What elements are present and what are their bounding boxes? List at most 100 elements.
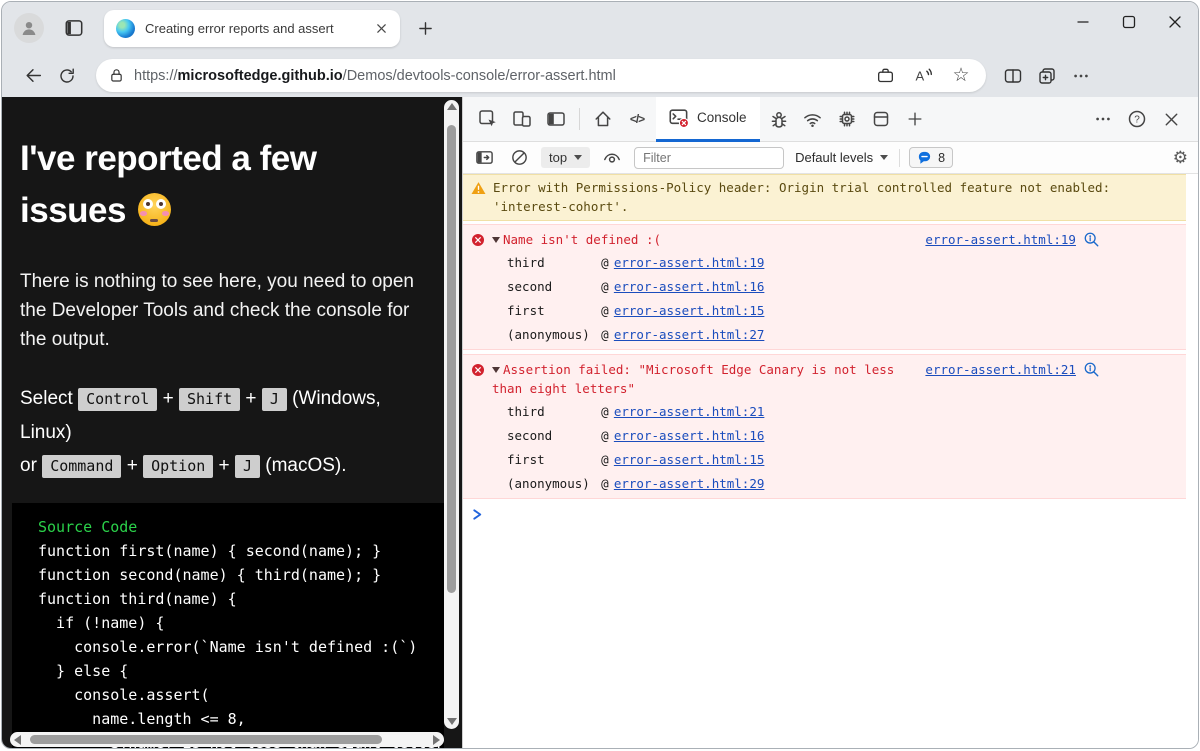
stack-location-link[interactable]: error-assert.html:29 <box>614 474 765 493</box>
stack-location-link[interactable]: error-assert.html:21 <box>614 402 765 421</box>
stack-location-link[interactable]: error-assert.html:15 <box>614 301 765 320</box>
new-tab-button[interactable] <box>410 13 440 43</box>
inspect-icon[interactable] <box>471 102 505 136</box>
url-domain: microsoftedge.github.io <box>178 68 343 84</box>
horizontal-scroll-thumb[interactable] <box>30 735 382 744</box>
log-levels-dropdown[interactable]: Default levels <box>793 150 890 165</box>
split-screen-icon[interactable] <box>996 59 1030 93</box>
activity-bar-location-icon[interactable] <box>539 102 573 136</box>
issues-bubble-icon <box>917 150 932 165</box>
error-text: Assertion failed: "Microsoft Edge Canary… <box>492 360 913 398</box>
divider <box>579 108 580 130</box>
briefcase-icon[interactable] <box>872 63 898 89</box>
address-bar[interactable]: https://microsoftedge.github.io/Demos/de… <box>96 59 986 92</box>
console-error-message: Assertion failed: "Microsoft Edge Canary… <box>463 354 1186 499</box>
back-button[interactable] <box>16 59 50 93</box>
svg-text:A: A <box>916 68 925 83</box>
settings-ellipsis-icon[interactable] <box>1064 59 1098 93</box>
source-location-link[interactable]: error-assert.html:19 <box>925 230 1076 249</box>
issues-count: 8 <box>938 151 945 165</box>
error-circle-icon <box>471 363 485 377</box>
stack-location-link[interactable]: error-assert.html:16 <box>614 277 765 296</box>
warning-text: Error with Permissions-Policy header: Or… <box>493 179 1125 216</box>
profile-avatar[interactable] <box>14 13 44 43</box>
console-output: Error with Permissions-Policy header: Or… <box>463 174 1198 749</box>
stack-location-link[interactable]: error-assert.html:27 <box>614 325 765 344</box>
scroll-up-arrow[interactable] <box>447 103 457 110</box>
error-circle-icon <box>471 233 485 247</box>
issues-counter[interactable]: 8 <box>909 147 953 168</box>
application-storage-icon[interactable] <box>864 102 898 136</box>
shortcut-line: Select Control + Shift + J (Windows, Lin… <box>20 382 436 483</box>
devtools-panel: </> Console <box>462 97 1198 749</box>
expand-triangle-icon[interactable] <box>492 367 500 373</box>
nav-bar: https://microsoftedge.github.io/Demos/de… <box>2 54 1198 97</box>
source-code-block: Source Code function first(name) { secon… <box>12 503 444 749</box>
console-sidebar-icon[interactable] <box>471 146 497 170</box>
key-shift: Shift <box>179 388 240 411</box>
url-text: https://microsoftedge.github.io/Demos/de… <box>134 68 860 84</box>
devtools-close-icon[interactable] <box>1154 102 1188 136</box>
stack-location-link[interactable]: error-assert.html:15 <box>614 450 765 469</box>
key-j-mac: J <box>235 455 260 478</box>
console-icon <box>669 107 690 128</box>
lock-icon[interactable] <box>108 67 125 84</box>
stack-frame: (anonymous)@error-assert.html:27 <box>463 322 1186 346</box>
refresh-button[interactable] <box>50 59 84 93</box>
search-info-icon[interactable] <box>1083 231 1100 248</box>
performance-cpu-icon[interactable] <box>830 102 864 136</box>
stack-frame: first@error-assert.html:15 <box>463 298 1186 322</box>
chevron-down-icon <box>880 155 888 160</box>
page-vertical-scrollbar[interactable] <box>444 100 459 729</box>
favorite-star-icon[interactable]: ☆ <box>948 63 974 89</box>
maximize-button[interactable] <box>1106 2 1152 42</box>
chevron-down-icon <box>574 155 582 160</box>
vertical-scroll-thumb[interactable] <box>447 125 456 593</box>
source-code-label: Source Code <box>38 518 137 536</box>
console-toolbar: top Default levels 8 ⚙ <box>463 142 1198 174</box>
devtools-help-icon[interactable]: ? <box>1120 102 1154 136</box>
scroll-right-arrow[interactable] <box>433 735 440 745</box>
source-location-link[interactable]: error-assert.html:21 <box>925 360 1076 379</box>
key-option: Option <box>143 455 213 478</box>
device-emulation-icon[interactable] <box>505 102 539 136</box>
welcome-home-icon[interactable] <box>586 102 620 136</box>
key-command: Command <box>42 455 121 478</box>
workspaces-icon[interactable] <box>60 14 88 42</box>
scroll-down-arrow[interactable] <box>447 718 457 725</box>
network-wifi-icon[interactable] <box>796 102 830 136</box>
warning-triangle-icon <box>471 181 486 216</box>
stack-frame: first@error-assert.html:15 <box>463 447 1186 471</box>
live-expression-eye-icon[interactable] <box>599 146 625 170</box>
elements-tab-icon[interactable]: </> <box>620 102 654 136</box>
filter-input[interactable] <box>634 147 784 169</box>
browser-tab[interactable]: Creating error reports and assert <box>104 10 400 47</box>
minimize-button[interactable] <box>1060 2 1106 42</box>
more-tabs-plus-icon[interactable] <box>898 102 932 136</box>
tab-close-icon[interactable] <box>372 19 390 37</box>
error-text: Name isn't defined :( <box>492 230 913 249</box>
clear-console-icon[interactable] <box>506 146 532 170</box>
console-prompt[interactable] <box>463 501 1186 521</box>
svg-text:?: ? <box>1134 115 1140 126</box>
window-controls <box>1060 2 1198 42</box>
console-settings-gear-icon[interactable]: ⚙ <box>1173 148 1188 168</box>
javascript-context-dropdown[interactable]: top <box>541 147 590 168</box>
console-tab-label: Console <box>697 110 747 125</box>
read-aloud-icon[interactable]: A <box>910 63 936 89</box>
search-info-icon[interactable] <box>1083 361 1100 378</box>
expand-triangle-icon[interactable] <box>492 237 500 243</box>
scroll-left-arrow[interactable] <box>14 735 21 745</box>
title-bar: Creating error reports and assert <box>2 2 1198 54</box>
stack-frame: second@error-assert.html:16 <box>463 274 1186 298</box>
stack-location-link[interactable]: error-assert.html:16 <box>614 426 765 445</box>
tab-console[interactable]: Console <box>656 97 760 142</box>
collections-icon[interactable] <box>1030 59 1064 93</box>
console-warning-message: Error with Permissions-Policy header: Or… <box>463 174 1186 221</box>
key-control: Control <box>78 388 157 411</box>
close-button[interactable] <box>1152 2 1198 42</box>
page-horizontal-scrollbar[interactable] <box>10 732 444 747</box>
devtools-more-options-icon[interactable] <box>1086 102 1120 136</box>
stack-location-link[interactable]: error-assert.html:19 <box>614 253 765 272</box>
bug-icon[interactable] <box>762 102 796 136</box>
